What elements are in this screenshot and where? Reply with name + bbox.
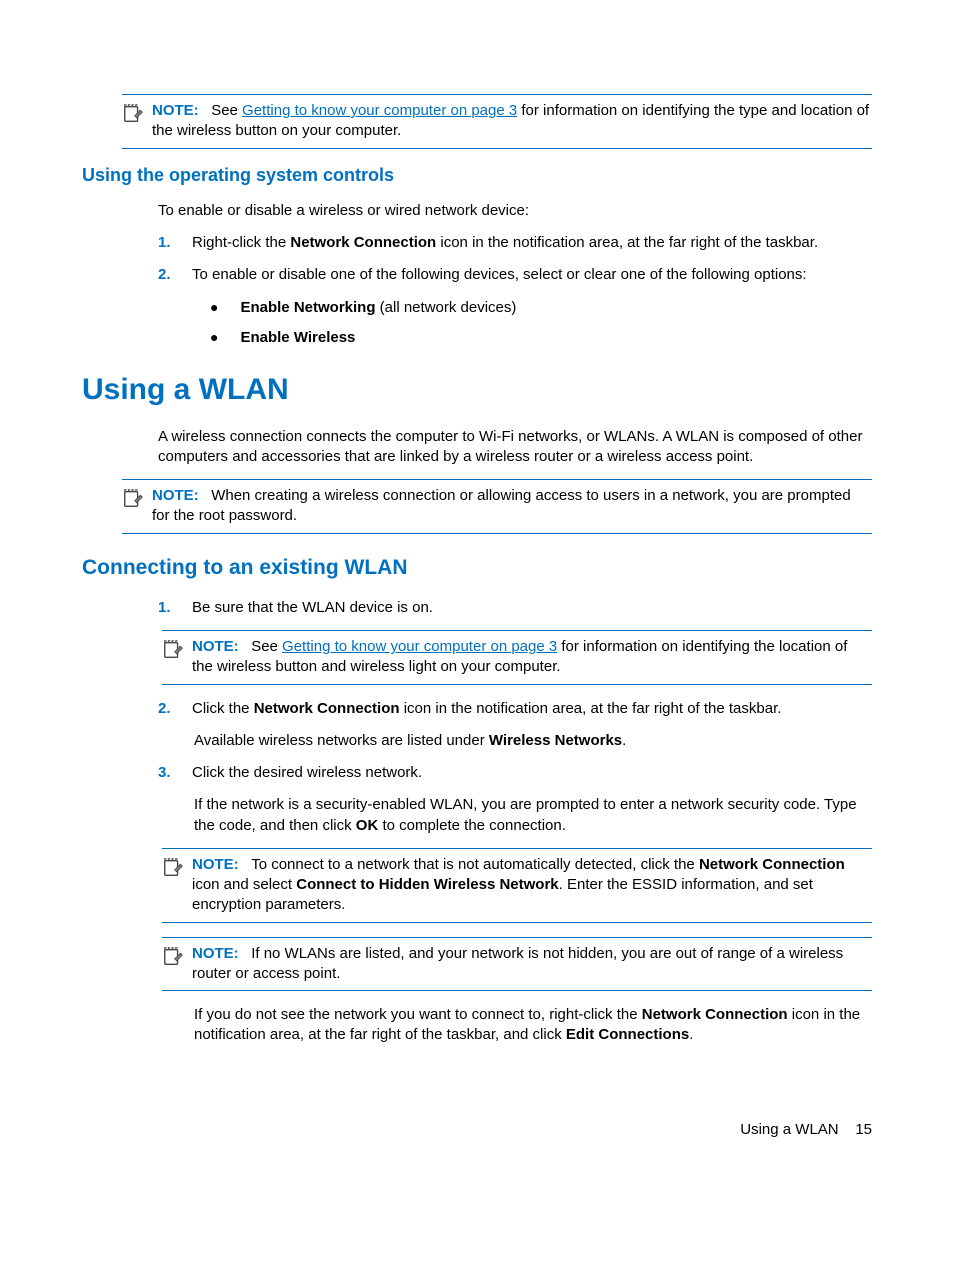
step-number: 3. <box>158 763 172 783</box>
note-text: NOTE: See Getting to know your computer … <box>152 101 872 142</box>
note-icon <box>162 639 184 667</box>
ordered-list: 2. Click the Network Connection icon in … <box>158 699 872 719</box>
note-icon <box>162 946 184 974</box>
note-block: NOTE: See Getting to know your computer … <box>162 630 872 685</box>
note-text: NOTE: If no WLANs are listed, and your n… <box>192 944 872 985</box>
note-block: NOTE: When creating a wireless connectio… <box>122 479 872 534</box>
list-item: 1. Be sure that the WLAN device is on. <box>158 598 872 618</box>
bullet-icon: ● <box>210 328 218 347</box>
ordered-list: 1. Be sure that the WLAN device is on. <box>158 598 872 618</box>
note-label: NOTE: <box>192 856 239 873</box>
list-item: 3. Click the desired wireless network. <box>158 763 872 783</box>
link-getting-to-know[interactable]: Getting to know your computer on page 3 <box>242 102 517 119</box>
note-block: NOTE: See Getting to know your computer … <box>122 94 872 149</box>
note-label: NOTE: <box>192 638 239 655</box>
list-item: 2. Click the Network Connection icon in … <box>158 699 872 719</box>
heading-using-wlan: Using a WLAN <box>82 370 872 411</box>
bullet-icon: ● <box>210 298 218 317</box>
note-label: NOTE: <box>152 102 199 119</box>
link-getting-to-know[interactable]: Getting to know your computer on page 3 <box>282 638 557 655</box>
note-icon <box>162 857 184 885</box>
page-footer: Using a WLAN 15 <box>740 1120 872 1140</box>
body-text: If the network is a security-enabled WLA… <box>194 795 872 836</box>
ordered-list: 3. Click the desired wireless network. <box>158 763 872 783</box>
note-block: NOTE: To connect to a network that is no… <box>162 848 872 923</box>
list-item: ● Enable Wireless <box>210 328 872 348</box>
note-block: NOTE: If no WLANs are listed, and your n… <box>162 937 872 992</box>
step-number: 2. <box>158 265 172 285</box>
note-label: NOTE: <box>152 487 199 504</box>
page-number: 15 <box>855 1121 872 1138</box>
document-page: NOTE: See Getting to know your computer … <box>0 0 954 1190</box>
note-icon <box>122 488 144 516</box>
footer-section: Using a WLAN <box>740 1121 838 1138</box>
step-number: 2. <box>158 699 172 719</box>
ordered-list: 1. Right-click the Network Connection ic… <box>158 233 872 286</box>
note-text: NOTE: When creating a wireless connectio… <box>152 486 872 527</box>
note-label: NOTE: <box>192 945 239 962</box>
note-icon <box>122 103 144 131</box>
step-number: 1. <box>158 598 172 618</box>
heading-os-controls: Using the operating system controls <box>82 163 872 187</box>
list-item: 2. To enable or disable one of the follo… <box>158 265 872 285</box>
bullet-list: ● Enable Networking (all network devices… <box>210 298 872 349</box>
note-text: NOTE: See Getting to know your computer … <box>192 637 872 678</box>
note-text: NOTE: To connect to a network that is no… <box>192 855 872 916</box>
list-item: ● Enable Networking (all network devices… <box>210 298 872 318</box>
heading-connecting: Connecting to an existing WLAN <box>82 554 872 582</box>
list-item: 1. Right-click the Network Connection ic… <box>158 233 872 253</box>
body-text: To enable or disable a wireless or wired… <box>158 201 872 221</box>
body-text: Available wireless networks are listed u… <box>194 731 872 751</box>
body-text: If you do not see the network you want t… <box>194 1005 872 1046</box>
step-number: 1. <box>158 233 172 253</box>
body-text: A wireless connection connects the compu… <box>158 427 872 468</box>
